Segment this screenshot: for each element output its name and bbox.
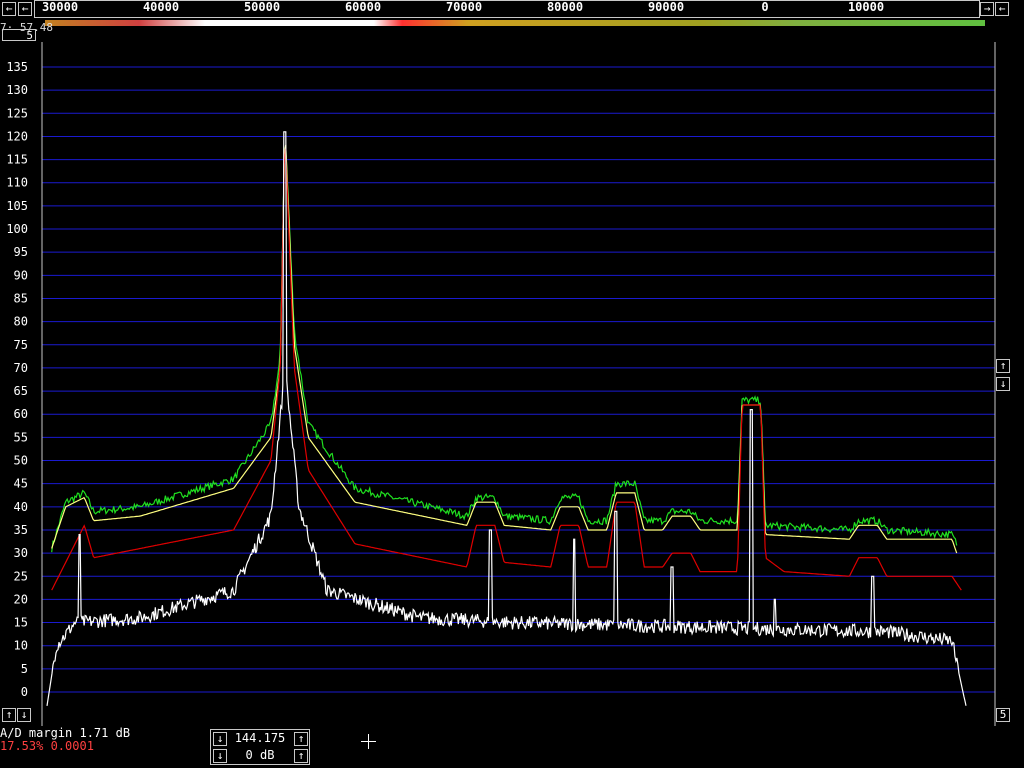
y-tick-label: 50 <box>14 454 28 468</box>
y-tick-label: 95 <box>14 245 28 259</box>
y-tick-label: 45 <box>14 477 28 491</box>
percent-text: 17.53% 0.0001 <box>0 739 94 753</box>
freq-label: 90000 <box>647 0 685 14</box>
gain-value: 0 dB <box>245 748 275 762</box>
y-tick-label: 35 <box>14 523 28 537</box>
scroll-left-button[interactable]: ← <box>2 2 16 16</box>
y-tick-label: 125 <box>6 106 28 120</box>
y-tick-label: 115 <box>6 153 28 167</box>
freq-label: 50000 <box>243 0 281 14</box>
frequency-gain-box: ↓ 144.175 ↑ ↓ 0 dB ↑ <box>210 729 310 765</box>
gain-down-button[interactable]: ↓ <box>213 749 227 763</box>
freq-label: 40000 <box>142 0 180 14</box>
spectrum-plot[interactable]: 1351301251201151101051009590858075706560… <box>0 42 1024 726</box>
y-tick-label: 60 <box>14 407 28 421</box>
zero-down-button[interactable]: ↓ <box>17 708 31 722</box>
y-tick-label: 120 <box>6 129 28 143</box>
frequency-scale[interactable]: 30000 40000 50000 60000 70000 80000 9000… <box>34 0 980 18</box>
y-tick-label: 0 <box>21 685 28 699</box>
y-tick-label: 90 <box>14 268 28 282</box>
y-tick-label: 65 <box>14 384 28 398</box>
y-tick-label: 55 <box>14 430 28 444</box>
y-tick-label: 30 <box>14 546 28 560</box>
status-readout: A/D margin 1.71 dB 17.53% 0.0001 <box>0 727 130 753</box>
y-tick-label: 10 <box>14 639 28 653</box>
scale-down-button[interactable]: ↓ <box>996 377 1010 391</box>
y-tick-label: 80 <box>14 315 28 329</box>
zero-up-button[interactable]: ↑ <box>2 708 16 722</box>
y-tick-label: 5 <box>21 662 28 676</box>
y-tick-label: 25 <box>14 569 28 583</box>
y-tick-label: 75 <box>14 338 28 352</box>
waterfall-strip <box>45 20 985 26</box>
grid-lines <box>41 42 996 726</box>
scroll-back-button[interactable]: ← <box>995 2 1009 16</box>
top-bar: ← ← 30000 40000 50000 60000 70000 80000 … <box>0 0 1024 20</box>
scale-up-button[interactable]: ↑ <box>996 359 1010 373</box>
y-tick-label: 85 <box>14 291 28 305</box>
y-tick-label: 100 <box>6 222 28 236</box>
freq-label: 70000 <box>445 0 483 14</box>
freq-label: 10000 <box>847 0 885 14</box>
y-tick-label: 70 <box>14 361 28 375</box>
scroll-right-button[interactable]: → <box>980 2 994 16</box>
y-axis-labels: 1351301251201151101051009590858075706560… <box>6 60 28 699</box>
y-tick-label: 110 <box>6 176 28 190</box>
scroll-left-fast-button[interactable]: ← <box>18 2 32 16</box>
average-count-box[interactable]: 5 <box>996 708 1010 722</box>
frequency-value: 144.175 <box>234 731 286 745</box>
y-tick-label: 40 <box>14 500 28 514</box>
y-tick-label: 20 <box>14 592 28 606</box>
marker-box[interactable]: 5 <box>2 29 36 41</box>
freq-label: 30000 <box>41 0 79 14</box>
red-trace <box>51 148 962 591</box>
y-tick-label: 135 <box>6 60 28 74</box>
frequency-down-button[interactable]: ↓ <box>213 732 227 746</box>
y-tick-label: 130 <box>6 83 28 97</box>
spectrum-traces <box>46 131 967 706</box>
gain-up-button[interactable]: ↑ <box>294 749 308 763</box>
y-tick-label: 15 <box>14 616 28 630</box>
white-trace <box>46 131 967 706</box>
freq-label: 0 <box>761 0 769 14</box>
green-trace <box>51 146 958 553</box>
freq-label: 60000 <box>344 0 382 14</box>
y-tick-label: 105 <box>6 199 28 213</box>
frequency-up-button[interactable]: ↑ <box>294 732 308 746</box>
freq-label: 80000 <box>546 0 584 14</box>
crosshair-cursor-icon <box>361 734 376 749</box>
